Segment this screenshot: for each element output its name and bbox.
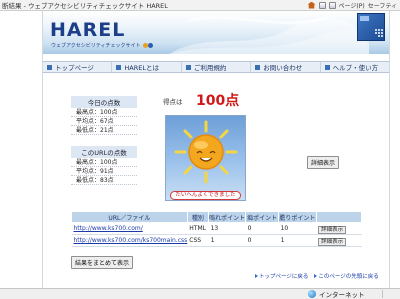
detail-button[interactable]: 詳細表示 (307, 156, 340, 169)
browser-titlebar: 断結果 - ウェブアクセシビリティチェックサイト HAREL ページ(P) セー… (0, 0, 400, 11)
row-detail-cell: 詳細表示 (316, 222, 362, 235)
nav-item-terms[interactable]: ご利用規約 (182, 62, 252, 72)
column-header: URL／ファイル (71, 211, 188, 223)
browser-toolbar: ページ(P) セーフティ (307, 1, 400, 10)
row-detail-button[interactable]: 詳細表示 (318, 237, 347, 246)
score-row: 最高点：100点 (71, 108, 137, 117)
column-header: 痴ポイント (245, 211, 280, 223)
partner-logo (357, 13, 385, 41)
browser-title: 断結果 - ウェブアクセシビリティチェックサイト HAREL (2, 2, 168, 10)
nav-bullet-icon (324, 64, 330, 70)
score-value: 100点 (196, 93, 240, 109)
point-value: 0 (245, 234, 279, 247)
safety-menu[interactable]: セーフティ (368, 1, 397, 10)
score-row: 最低点：21点 (71, 126, 137, 135)
url-score-panel: このURLの点数 最高点：100点 平均点：91点 最低点：83点 (71, 146, 137, 185)
site-header: HAREL ウェブアクセシビリティチェックサイト (43, 11, 389, 54)
nav-bullet-icon (185, 64, 191, 70)
zone-label: インターネット (319, 291, 365, 299)
panel-title: 今日の点数 (71, 96, 137, 108)
score-label: 得点は (163, 98, 183, 106)
page-menu[interactable]: ページ(P) (339, 1, 365, 10)
row-detail-button[interactable]: 詳細表示 (318, 225, 347, 234)
column-header: 種別 (186, 211, 210, 223)
score-row: 最低点：83点 (71, 176, 137, 185)
table-row: http://www.ks700.com/ks700main.css CSS 1… (71, 234, 362, 247)
footer-links: トップページに戻る このページの先頭に戻る (255, 272, 379, 280)
browser-statusbar: インターネット (0, 288, 400, 299)
score-row: 平均点：67点 (71, 117, 137, 126)
table-header-row: URL／ファイル 種別 嗚れポイント 痴ポイント 膽りポイント (71, 211, 363, 223)
nav-item-top[interactable]: トップページ (43, 62, 113, 72)
site-subtitle: ウェブアクセシビリティチェックサイト (51, 42, 154, 49)
badge-icon (148, 43, 154, 48)
file-type: CSS (187, 234, 209, 247)
column-header: 膽りポイント (278, 211, 317, 223)
score-row: 最高点：100点 (71, 158, 137, 167)
main-nav: トップページ HARELとは ご利用規約 お問い合わせ ヘルプ・使い方 (43, 61, 389, 73)
table-row: http://www.ks700.com/ HTML 13 0 10 詳細表示 (71, 222, 362, 235)
result-illustration: たいへんよくできました (165, 115, 246, 201)
nav-bullet-icon (116, 64, 122, 70)
point-value: 1 (278, 234, 317, 247)
page-viewport: HAREL ウェブアクセシビリティチェックサイト トップページ HARELとは … (0, 11, 400, 288)
status-slot (382, 290, 398, 298)
sun-icon (174, 120, 238, 184)
row-detail-cell: 詳細表示 (316, 234, 362, 247)
nav-item-about[interactable]: HARELとは (112, 62, 182, 72)
url-link[interactable]: http://www.ks700.com/ks700main.css (71, 234, 188, 247)
result-caption: たいへんよくできました (170, 191, 241, 200)
nav-item-help[interactable]: ヘルプ・使い方 (321, 62, 389, 72)
feed-icon[interactable] (318, 1, 326, 9)
column-header: 嗚れポイント (208, 211, 247, 223)
site-frame: HAREL ウェブアクセシビリティチェックサイト トップページ HARELとは … (42, 11, 390, 288)
url-link[interactable]: http://www.ks700.com/ (71, 222, 188, 235)
site-logo[interactable]: HAREL (50, 19, 125, 41)
partner-logo-icon (360, 16, 383, 37)
arrow-icon (255, 274, 258, 278)
column-header (315, 211, 363, 223)
nav-item-contact[interactable]: お問い合わせ (251, 62, 321, 72)
point-value: 10 (278, 222, 317, 235)
results-table: URL／ファイル 種別 嗚れポイント 痴ポイント 膽りポイント http://w… (71, 211, 363, 247)
header-decoration (169, 15, 369, 54)
arrow-icon (314, 274, 318, 278)
print-icon[interactable] (328, 1, 336, 9)
point-value: 0 (245, 222, 279, 235)
point-value: 13 (208, 222, 246, 235)
panel-title: このURLの点数 (71, 146, 137, 158)
home-icon[interactable] (307, 1, 316, 9)
nav-bullet-icon (47, 64, 52, 70)
globe-icon (308, 290, 316, 298)
today-score-panel: 今日の点数 最高点：100点 平均点：67点 最低点：21点 (71, 96, 137, 135)
point-value: 1 (208, 234, 246, 247)
nav-bullet-icon (255, 64, 261, 70)
file-type: HTML (187, 222, 209, 235)
summary-button[interactable]: 結果をまとめて表示 (71, 256, 134, 269)
score-row: 平均点：91点 (71, 167, 137, 176)
back-to-top-link[interactable]: トップページに戻る (255, 272, 308, 280)
page-top-link[interactable]: このページの先頭に戻る (314, 272, 379, 280)
